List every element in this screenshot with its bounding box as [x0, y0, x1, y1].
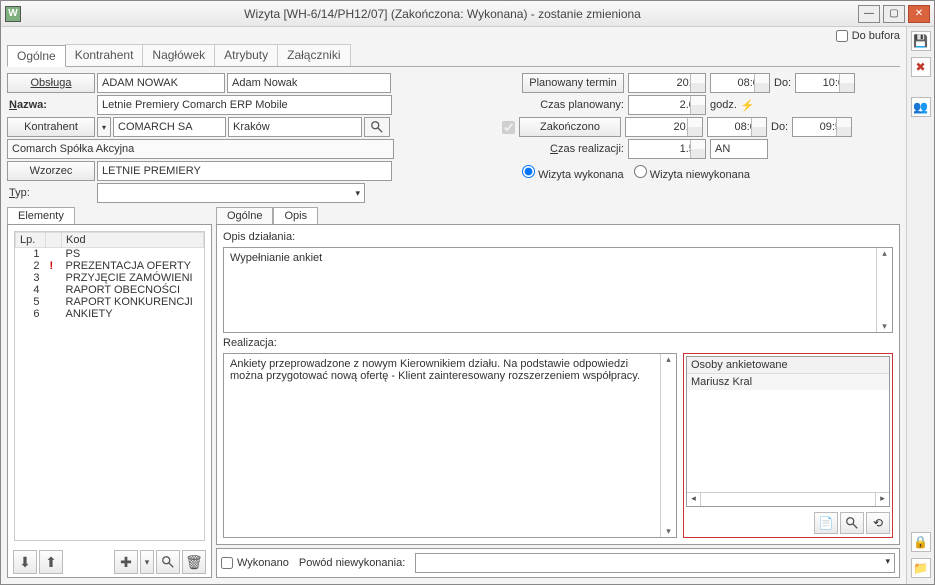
realizacja-label: Realizacja: — [223, 337, 893, 349]
search-icon — [161, 555, 175, 569]
table-row: 3PRZYJĘCIE ZAMÓWIENI — [16, 272, 204, 284]
side-lock-button[interactable]: 🔒 — [911, 532, 931, 552]
plan-time-from-spin[interactable]: 08:00 — [710, 73, 770, 93]
col-lp[interactable]: Lp. — [16, 233, 46, 248]
subtab-elementy[interactable]: Elementy — [7, 207, 75, 224]
kontrahent-fullname: Comarch Spółka Akcyjna — [7, 139, 394, 159]
search-icon — [845, 516, 859, 530]
side-cancel-button[interactable]: ✖ — [911, 57, 931, 77]
import-button[interactable]: ⬆ — [39, 550, 63, 574]
kontrahent-button[interactable]: Kontrahent — [7, 117, 95, 137]
zakonczono-button[interactable]: Zakończono — [519, 117, 621, 137]
czas-realizacji-label: Czas realizacji: — [522, 143, 624, 155]
table-row: 4RAPORT OBECNOŚCI — [16, 284, 204, 296]
search-icon — [370, 120, 384, 134]
radio-niewykonana[interactable]: Wizyta niewykonana — [634, 165, 750, 181]
maximize-button[interactable]: ▢ — [883, 5, 905, 23]
osoby-header[interactable]: Osoby ankietowane — [687, 357, 889, 374]
tab-ogolne[interactable]: Ogólne — [7, 45, 66, 67]
tab-kontrahent[interactable]: Kontrahent — [65, 44, 144, 66]
tab-naglowek[interactable]: Nagłówek — [142, 44, 215, 66]
osoby-panel: Osoby ankietowane Mariusz Kral ◂▸ 📄 — [683, 353, 893, 538]
powod-label: Powód niewykonania: — [299, 557, 405, 569]
zak-time-from-spin[interactable]: 08:08 — [707, 117, 767, 137]
window: W Wizyta [WH-6/14/PH12/07] (Zakończona: … — [0, 0, 935, 585]
kontrahent-input[interactable]: COMARCH SA — [113, 117, 226, 137]
kontrahent-caret[interactable]: ▾ — [97, 117, 111, 137]
obsluga-button[interactable]: Obsługa — [7, 73, 95, 93]
main-tabs: Ogólne Kontrahent Nagłówek Atrybuty Załą… — [7, 44, 900, 67]
opis-dzialania-label: Opis działania: — [223, 231, 893, 243]
plan-time-to-spin[interactable]: 10:00 — [795, 73, 855, 93]
tab-atrybuty[interactable]: Atrybuty — [214, 44, 278, 66]
an-input[interactable]: AN — [710, 139, 768, 159]
scrollbar[interactable]: ▴▾ — [660, 354, 676, 537]
godz-label: godz. — [710, 99, 737, 111]
side-folder-button[interactable]: 📁 — [911, 558, 931, 578]
bufor-checkbox[interactable]: Do bufora — [836, 30, 900, 42]
do-label-1: Do: — [774, 77, 791, 89]
powod-select[interactable] — [415, 553, 895, 573]
wzorzec-input[interactable]: LETNIE PREMIERY — [97, 161, 392, 181]
zak-year-spin[interactable]: 2014 — [625, 117, 703, 137]
titlebar: W Wizyta [WH-6/14/PH12/07] (Zakończona: … — [1, 1, 934, 27]
czas-planowany-spin[interactable]: 2.00 — [628, 95, 706, 115]
side-users-button[interactable]: 👥 — [911, 97, 931, 117]
delete-button[interactable]: 🗑 — [182, 550, 206, 574]
obsluga-name-input[interactable]: Adam Nowak — [227, 73, 391, 93]
czas-realizacji-spin[interactable]: 1.50 — [628, 139, 706, 159]
wykonano-checkbox[interactable]: Wykonano — [221, 557, 289, 569]
kontrahent-search-button[interactable] — [364, 117, 390, 137]
osoby-find-button[interactable] — [840, 512, 864, 534]
table-row: 2!PREZENTACJA OFERTY — [16, 260, 204, 272]
plan-termin-button[interactable]: Planowany termin — [522, 73, 624, 93]
typ-label: Typ: — [7, 187, 95, 199]
czas-planowany-label: Czas planowany: — [522, 99, 624, 111]
tab-zalaczniki[interactable]: Załączniki — [277, 44, 350, 66]
kontrahent-city-input[interactable]: Kraków — [228, 117, 362, 137]
table-row: 6ANKIETY — [16, 308, 204, 320]
add-button[interactable]: ✚ — [114, 550, 138, 574]
godz-icon: ⚡ — [741, 99, 755, 112]
minimize-button[interactable]: — — [858, 5, 880, 23]
scrollbar[interactable]: ▴▾ — [876, 248, 892, 332]
window-title: Wizyta [WH-6/14/PH12/07] (Zakończona: Wy… — [27, 7, 858, 21]
bufor-label: Do bufora — [852, 30, 900, 42]
osoby-remove-button[interactable]: ⟲ — [866, 512, 890, 534]
do-label-2: Do: — [771, 121, 788, 133]
plan-year-spin[interactable]: 2014 — [628, 73, 706, 93]
typ-select[interactable]: ▾ — [97, 183, 365, 203]
export-button[interactable]: ⬇ — [13, 550, 37, 574]
nazwa-label: Nazwa: — [7, 99, 95, 111]
table-row: 1PS — [16, 248, 204, 261]
table-row: 5RAPORT KONKURENCJI — [16, 296, 204, 308]
add-caret[interactable]: ▾ — [140, 550, 154, 574]
opis-dzialania-textarea[interactable]: Wypełnianie ankiet ▴▾ — [223, 247, 893, 333]
realizacja-textarea[interactable]: Ankiety przeprowadzone z nowym Kierownik… — [223, 353, 677, 538]
zak-time-to-spin[interactable]: 09:58 — [792, 117, 852, 137]
osoby-add-button[interactable]: 📄 — [814, 512, 838, 534]
osoby-row[interactable]: Mariusz Kral — [687, 374, 889, 390]
obsluga-operator-input[interactable]: ADAM NOWAK — [97, 73, 225, 93]
zakonczono-checkbox[interactable] — [502, 121, 515, 134]
detail-tab-ogolne[interactable]: Ogólne — [216, 207, 273, 224]
elements-grid[interactable]: Lp. Kod 1PS 2!PREZENTACJA OFERTY 3PRZYJĘC… — [14, 231, 205, 541]
app-icon: W — [5, 6, 21, 22]
find-button[interactable] — [156, 550, 180, 574]
detail-tab-opis[interactable]: Opis — [273, 207, 318, 224]
wzorzec-button[interactable]: Wzorzec — [7, 161, 95, 181]
side-save-button[interactable]: 💾 — [911, 31, 931, 51]
close-button[interactable]: ✕ — [908, 5, 930, 23]
osoby-scrollbar[interactable]: ◂▸ — [687, 492, 889, 506]
nazwa-input[interactable]: Letnie Premiery Comarch ERP Mobile — [97, 95, 392, 115]
col-kod[interactable]: Kod — [62, 233, 204, 248]
radio-wykonana[interactable]: Wizyta wykonana — [522, 165, 624, 181]
